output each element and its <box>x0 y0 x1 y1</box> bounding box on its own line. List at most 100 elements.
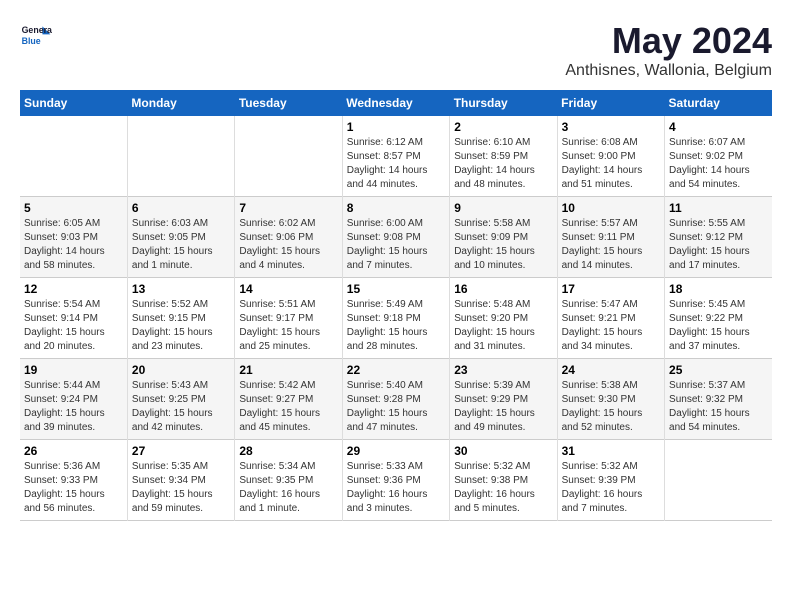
day-info: Sunrise: 5:34 AM Sunset: 9:35 PM Dayligh… <box>239 460 337 516</box>
day-info: Sunrise: 5:35 AM Sunset: 9:34 PM Dayligh… <box>132 460 230 516</box>
calendar-cell <box>20 116 127 197</box>
calendar-cell: 28 Sunrise: 5:34 AM Sunset: 9:35 PM Dayli… <box>235 440 342 521</box>
day-info: Sunrise: 5:43 AM Sunset: 9:25 PM Dayligh… <box>132 379 230 435</box>
day-info: Sunrise: 5:55 AM Sunset: 9:12 PM Dayligh… <box>669 217 768 273</box>
calendar-cell: 12 Sunrise: 5:54 AM Sunset: 9:14 PM Dayli… <box>20 278 127 359</box>
calendar-cell: 5 Sunrise: 6:05 AM Sunset: 9:03 PM Daylig… <box>20 197 127 278</box>
day-info: Sunrise: 6:03 AM Sunset: 9:05 PM Dayligh… <box>132 217 230 273</box>
calendar-cell: 27 Sunrise: 5:35 AM Sunset: 9:34 PM Dayli… <box>127 440 234 521</box>
calendar-week-3: 12 Sunrise: 5:54 AM Sunset: 9:14 PM Dayli… <box>20 278 772 359</box>
calendar-cell <box>665 440 772 521</box>
day-info: Sunrise: 5:49 AM Sunset: 9:18 PM Dayligh… <box>347 298 445 354</box>
header-tuesday: Tuesday <box>235 90 342 116</box>
calendar-week-4: 19Sunrise: 5:44 AM Sunset: 9:24 PM Dayli… <box>20 359 772 440</box>
day-number: 9 <box>454 201 552 215</box>
day-number: 22 <box>347 363 445 377</box>
day-number: 11 <box>669 201 768 215</box>
header-thursday: Thursday <box>450 90 557 116</box>
logo-icon: General Blue <box>20 20 52 52</box>
calendar-cell: 18 Sunrise: 5:45 AM Sunset: 9:22 PM Dayli… <box>665 278 772 359</box>
calendar-week-2: 5 Sunrise: 6:05 AM Sunset: 9:03 PM Daylig… <box>20 197 772 278</box>
day-info: Sunrise: 5:45 AM Sunset: 9:22 PM Dayligh… <box>669 298 768 354</box>
calendar-cell: 30 Sunrise: 5:32 AM Sunset: 9:38 PM Dayli… <box>450 440 557 521</box>
calendar-cell: 22Sunrise: 5:40 AM Sunset: 9:28 PM Dayli… <box>342 359 449 440</box>
day-info: Sunrise: 5:32 AM Sunset: 9:38 PM Dayligh… <box>454 460 552 516</box>
day-number: 12 <box>24 282 123 296</box>
calendar-cell: 29Sunrise: 5:33 AM Sunset: 9:36 PM Dayli… <box>342 440 449 521</box>
header-saturday: Saturday <box>665 90 772 116</box>
day-info: Sunrise: 6:10 AM Sunset: 8:59 PM Dayligh… <box>454 136 552 192</box>
calendar-cell: 13 Sunrise: 5:52 AM Sunset: 9:15 PM Dayli… <box>127 278 234 359</box>
day-info: Sunrise: 5:37 AM Sunset: 9:32 PM Dayligh… <box>669 379 768 435</box>
day-number: 25 <box>669 363 768 377</box>
day-info: Sunrise: 5:38 AM Sunset: 9:30 PM Dayligh… <box>562 379 660 435</box>
day-info: Sunrise: 5:57 AM Sunset: 9:11 PM Dayligh… <box>562 217 660 273</box>
day-info: Sunrise: 6:00 AM Sunset: 9:08 PM Dayligh… <box>347 217 445 273</box>
day-number: 10 <box>562 201 660 215</box>
calendar-cell: 26 Sunrise: 5:36 AM Sunset: 9:33 PM Dayli… <box>20 440 127 521</box>
header-monday: Monday <box>127 90 234 116</box>
day-number: 30 <box>454 444 552 458</box>
calendar-table: Sunday Monday Tuesday Wednesday Thursday… <box>20 90 772 521</box>
calendar-cell: 3 Sunrise: 6:08 AM Sunset: 9:00 PM Daylig… <box>557 116 664 197</box>
calendar-cell: 7Sunrise: 6:02 AM Sunset: 9:06 PM Daylig… <box>235 197 342 278</box>
day-number: 21 <box>239 363 337 377</box>
calendar-cell: 4Sunrise: 6:07 AM Sunset: 9:02 PM Daylig… <box>665 116 772 197</box>
day-number: 17 <box>562 282 660 296</box>
day-number: 20 <box>132 363 230 377</box>
header-friday: Friday <box>557 90 664 116</box>
day-number: 13 <box>132 282 230 296</box>
calendar-cell: 25 Sunrise: 5:37 AM Sunset: 9:32 PM Dayli… <box>665 359 772 440</box>
calendar-cell: 17 Sunrise: 5:47 AM Sunset: 9:21 PM Dayli… <box>557 278 664 359</box>
header-wednesday: Wednesday <box>342 90 449 116</box>
calendar-cell: 10 Sunrise: 5:57 AM Sunset: 9:11 PM Dayli… <box>557 197 664 278</box>
day-info: Sunrise: 6:07 AM Sunset: 9:02 PM Dayligh… <box>669 136 768 192</box>
calendar-cell: 21 Sunrise: 5:42 AM Sunset: 9:27 PM Dayli… <box>235 359 342 440</box>
day-number: 16 <box>454 282 552 296</box>
calendar-cell: 16 Sunrise: 5:48 AM Sunset: 9:20 PM Dayli… <box>450 278 557 359</box>
svg-text:Blue: Blue <box>22 36 41 46</box>
day-info: Sunrise: 5:52 AM Sunset: 9:15 PM Dayligh… <box>132 298 230 354</box>
calendar-cell: 20 Sunrise: 5:43 AM Sunset: 9:25 PM Dayli… <box>127 359 234 440</box>
day-number: 1 <box>347 120 445 134</box>
title-block: May 2024 Anthisnes, Wallonia, Belgium <box>565 20 772 80</box>
subtitle: Anthisnes, Wallonia, Belgium <box>565 62 772 80</box>
day-info: Sunrise: 5:39 AM Sunset: 9:29 PM Dayligh… <box>454 379 552 435</box>
day-number: 23 <box>454 363 552 377</box>
calendar-cell: 24 Sunrise: 5:38 AM Sunset: 9:30 PM Dayli… <box>557 359 664 440</box>
day-number: 3 <box>562 120 660 134</box>
day-info: Sunrise: 5:36 AM Sunset: 9:33 PM Dayligh… <box>24 460 123 516</box>
day-info: Sunrise: 5:48 AM Sunset: 9:20 PM Dayligh… <box>454 298 552 354</box>
day-info: Sunrise: 5:32 AM Sunset: 9:39 PM Dayligh… <box>562 460 660 516</box>
day-info: Sunrise: 6:08 AM Sunset: 9:00 PM Dayligh… <box>562 136 660 192</box>
calendar-cell: 31Sunrise: 5:32 AM Sunset: 9:39 PM Dayli… <box>557 440 664 521</box>
day-number: 27 <box>132 444 230 458</box>
calendar-cell: 2 Sunrise: 6:10 AM Sunset: 8:59 PM Daylig… <box>450 116 557 197</box>
day-number: 26 <box>24 444 123 458</box>
day-info: Sunrise: 5:54 AM Sunset: 9:14 PM Dayligh… <box>24 298 123 354</box>
day-number: 6 <box>132 201 230 215</box>
day-number: 18 <box>669 282 768 296</box>
day-info: Sunrise: 5:42 AM Sunset: 9:27 PM Dayligh… <box>239 379 337 435</box>
day-number: 24 <box>562 363 660 377</box>
page-header: General Blue May 2024 Anthisnes, Walloni… <box>20 20 772 80</box>
calendar-cell: 6 Sunrise: 6:03 AM Sunset: 9:05 PM Daylig… <box>127 197 234 278</box>
calendar-cell: 19Sunrise: 5:44 AM Sunset: 9:24 PM Dayli… <box>20 359 127 440</box>
day-info: Sunrise: 6:05 AM Sunset: 9:03 PM Dayligh… <box>24 217 123 273</box>
calendar-cell <box>235 116 342 197</box>
day-number: 15 <box>347 282 445 296</box>
day-number: 2 <box>454 120 552 134</box>
calendar-week-1: 1 Sunrise: 6:12 AM Sunset: 8:57 PM Daylig… <box>20 116 772 197</box>
day-info: Sunrise: 5:47 AM Sunset: 9:21 PM Dayligh… <box>562 298 660 354</box>
calendar-cell: 23 Sunrise: 5:39 AM Sunset: 9:29 PM Dayli… <box>450 359 557 440</box>
svg-text:General: General <box>22 25 52 35</box>
logo: General Blue <box>20 20 52 52</box>
day-info: Sunrise: 6:12 AM Sunset: 8:57 PM Dayligh… <box>347 136 445 192</box>
day-number: 19 <box>24 363 123 377</box>
header-sunday: Sunday <box>20 90 127 116</box>
day-info: Sunrise: 6:02 AM Sunset: 9:06 PM Dayligh… <box>239 217 337 273</box>
calendar-cell <box>127 116 234 197</box>
day-number: 28 <box>239 444 337 458</box>
day-number: 5 <box>24 201 123 215</box>
calendar-cell: 1 Sunrise: 6:12 AM Sunset: 8:57 PM Daylig… <box>342 116 449 197</box>
